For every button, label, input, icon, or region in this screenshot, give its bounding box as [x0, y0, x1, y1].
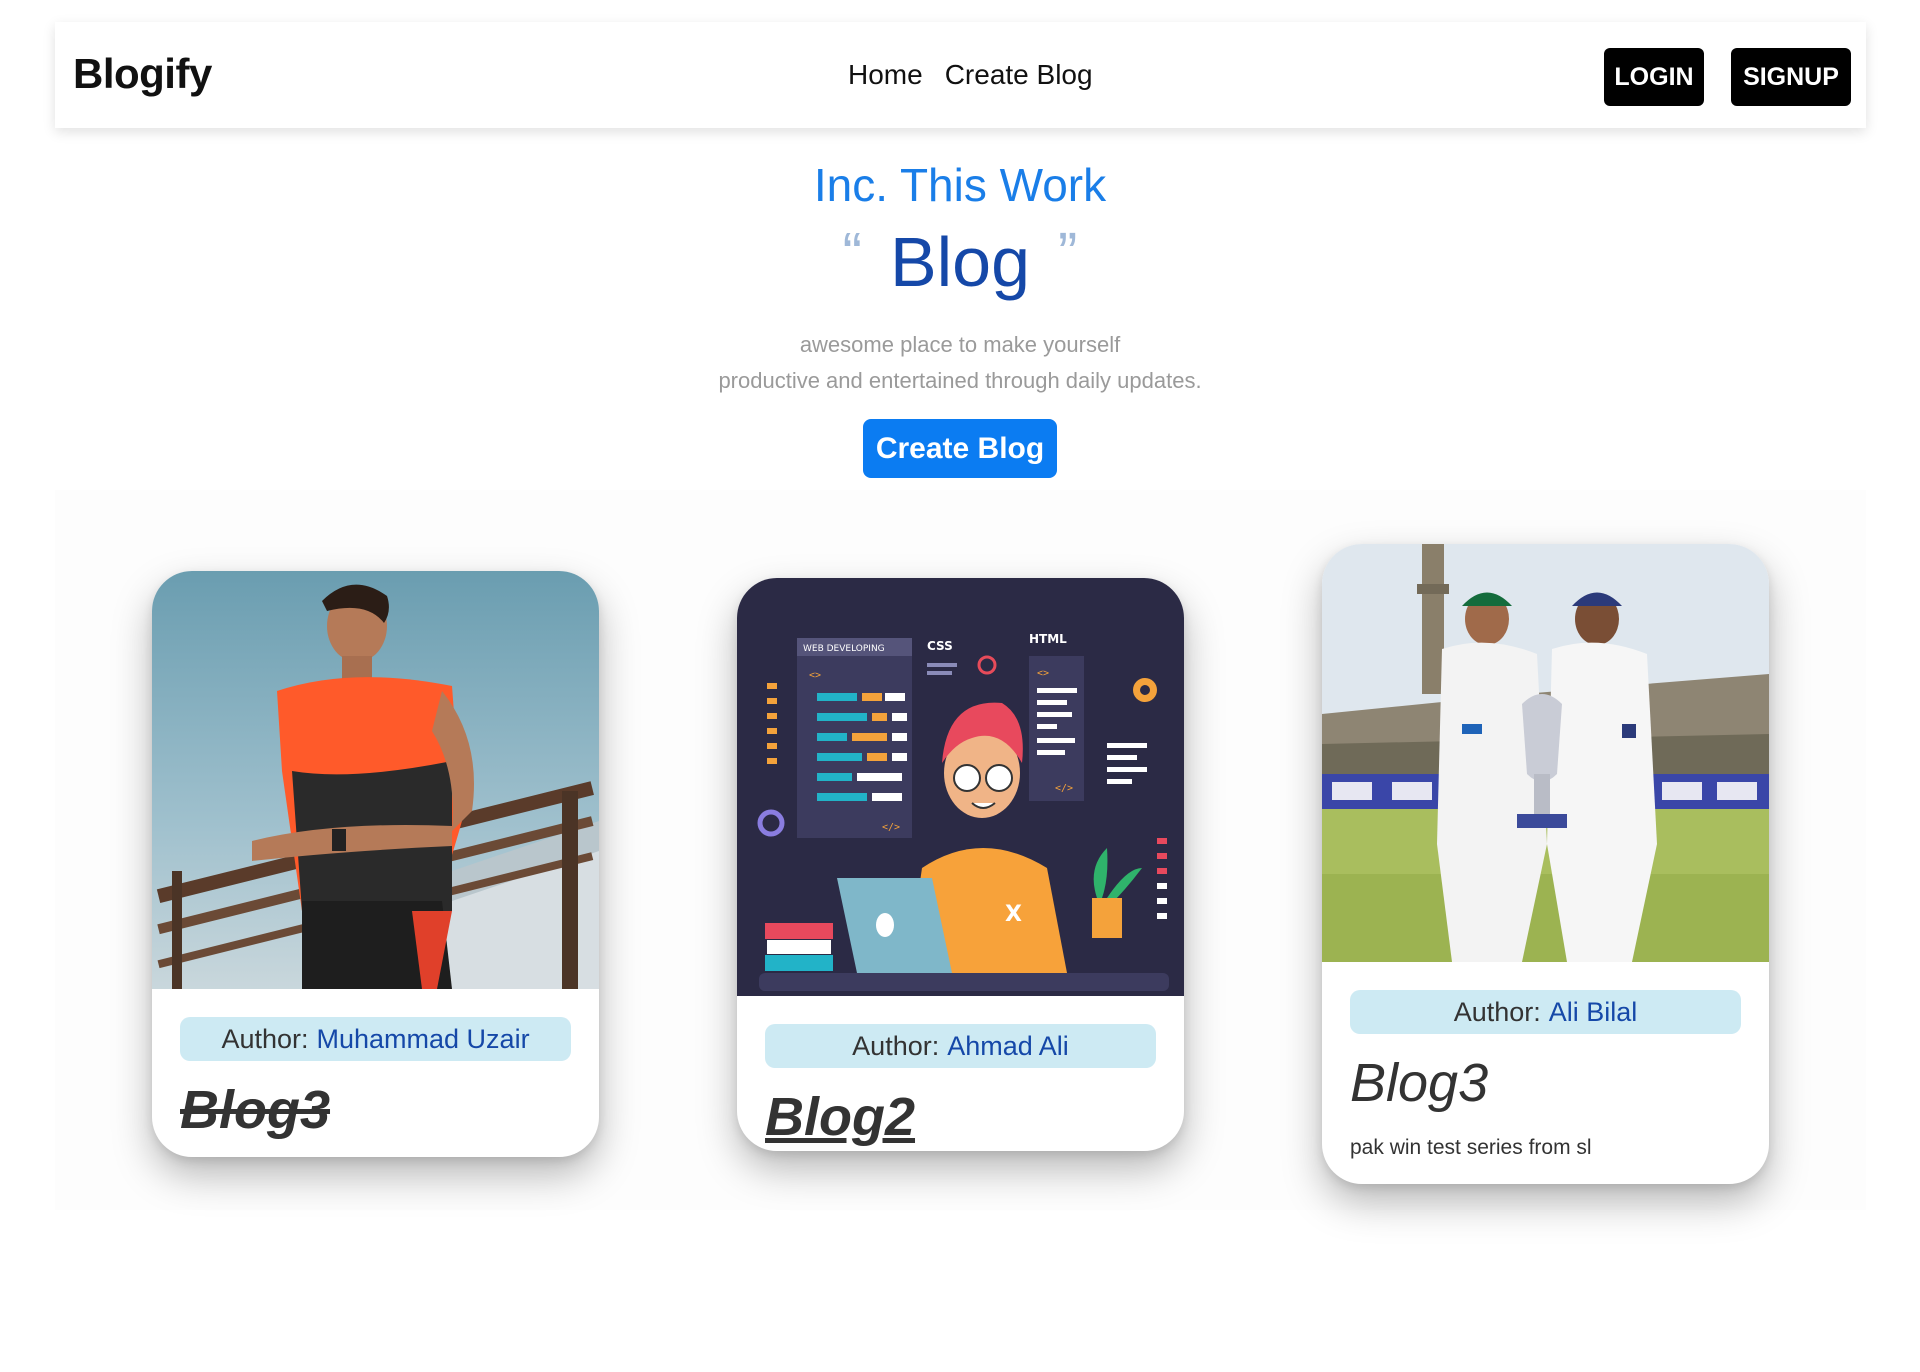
author-name[interactable]: Ali Bilal: [1549, 997, 1638, 1028]
css-label: CSS: [927, 639, 953, 653]
signup-button[interactable]: SIGNUP: [1731, 48, 1851, 106]
author-badge: Author: Ali Bilal: [1350, 990, 1741, 1034]
blog-card-description: pak win test series from sl: [1350, 1136, 1592, 1159]
html-panel-brackets: <>: [1037, 668, 1049, 679]
hero-description-line-1: awesome place to make yourself: [799, 332, 1121, 357]
login-button[interactable]: LOGIN: [1604, 48, 1704, 106]
nav-link-home[interactable]: Home: [848, 59, 923, 91]
author-prefix: Author:: [1453, 996, 1541, 1027]
close-quote-mark: ”: [1058, 221, 1078, 286]
panel-brackets: <>: [809, 670, 821, 681]
man-in-orange-shirt-photo: [152, 571, 599, 989]
nav-link-create-blog[interactable]: Create Blog: [945, 59, 1093, 91]
panel-label: WEB DEVELOPING: [803, 644, 885, 654]
shirt-letter: X: [1005, 902, 1022, 927]
hero-description-line-2: productive and entertained through daily…: [718, 368, 1202, 393]
blog-card-2[interactable]: WEB DEVELOPING <> </> CSS HTML <> </> X …: [737, 578, 1184, 1151]
blog-card-image: [152, 571, 599, 989]
hero-description: awesome place to make yourself productiv…: [0, 327, 1920, 399]
cricket-trophy-photo: [1322, 544, 1769, 962]
blog-card-title[interactable]: Blog2: [765, 1086, 1156, 1148]
nav-links: Home Create Blog: [848, 59, 1093, 91]
page: Blogify Home Create Blog LOGIN SIGNUP In…: [0, 0, 1920, 1372]
blog-card-1[interactable]: Author: Muhammad Uzair Blog3: [152, 571, 599, 1157]
blog-card-image: WEB DEVELOPING <> </> CSS HTML <> </> X: [737, 578, 1184, 996]
open-quote-mark: “: [842, 221, 862, 286]
author-badge: Author: Muhammad Uzair: [180, 1017, 571, 1061]
hero-title-text: Blog: [889, 223, 1031, 301]
author-name[interactable]: Muhammad Uzair: [317, 1024, 530, 1055]
web-developing-illustration: WEB DEVELOPING <> </> CSS HTML <> </> X: [737, 578, 1184, 996]
author-prefix: Author:: [852, 1030, 940, 1061]
author-prefix: Author:: [221, 1023, 309, 1054]
panel-code-tag: </>: [882, 822, 900, 833]
hero-subtitle: Inc. This Work: [813, 159, 1107, 211]
author-name[interactable]: Ahmad Ali: [947, 1031, 1069, 1062]
author-badge: Author: Ahmad Ali: [765, 1024, 1156, 1068]
blog-card-3[interactable]: Author: Ali Bilal Blog3 pak win test ser…: [1322, 544, 1769, 1184]
html-panel-code-tag: </>: [1055, 783, 1073, 794]
navbar: Blogify Home Create Blog LOGIN SIGNUP: [55, 22, 1866, 128]
blog-card-title[interactable]: Blog3: [1350, 1052, 1741, 1114]
create-blog-button[interactable]: Create Blog: [863, 419, 1057, 478]
brand-logo[interactable]: Blogify: [73, 50, 212, 98]
hero-title: “ Blog ”: [0, 221, 1920, 302]
blog-card-title[interactable]: Blog3: [180, 1079, 571, 1141]
html-label: HTML: [1029, 632, 1067, 646]
blog-card-image: [1322, 544, 1769, 962]
